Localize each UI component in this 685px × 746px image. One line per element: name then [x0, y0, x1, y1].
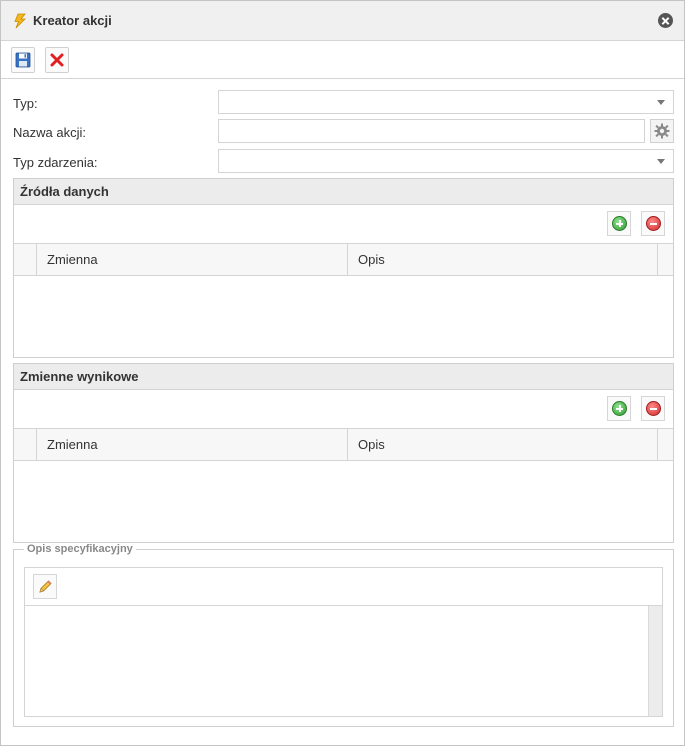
main-toolbar	[1, 41, 684, 79]
data-sources-header: Źródła danych	[14, 179, 673, 205]
remove-output-variable-button[interactable]	[641, 396, 665, 421]
specification-editor[interactable]	[24, 567, 663, 717]
row-selector-column[interactable]	[14, 429, 37, 460]
action-name-settings-button[interactable]	[650, 119, 674, 143]
minus-circle-icon	[646, 401, 661, 416]
edit-button[interactable]	[33, 574, 57, 599]
window-titlebar: Kreator akcji	[1, 1, 684, 41]
close-icon[interactable]	[658, 13, 673, 28]
specification-legend: Opis specyfikacyjny	[24, 543, 136, 556]
type-select[interactable]	[218, 90, 674, 114]
plus-circle-icon	[612, 401, 627, 416]
column-header-description[interactable]: Opis	[348, 244, 658, 275]
data-sources-title: Źródła danych	[20, 184, 109, 199]
data-sources-toolbar	[14, 205, 673, 244]
gear-icon	[654, 123, 670, 139]
column-header-description[interactable]: Opis	[348, 429, 658, 460]
window-title: Kreator akcji	[33, 13, 112, 28]
lightning-icon	[12, 13, 28, 29]
type-label: Typ:	[13, 96, 38, 111]
data-sources-grid-header: Zmienna Opis	[14, 244, 673, 276]
column-header-variable[interactable]: Zmienna	[37, 429, 348, 460]
output-variables-toolbar	[14, 390, 673, 429]
event-type-value[interactable]	[219, 150, 673, 172]
data-sources-panel: Źródła danych Zmienna Opis	[13, 178, 674, 358]
save-button[interactable]	[11, 47, 35, 73]
floppy-disk-icon	[15, 52, 31, 68]
red-x-icon	[50, 53, 64, 67]
action-name-input[interactable]	[219, 120, 644, 142]
cancel-button[interactable]	[45, 47, 69, 73]
event-type-label: Typ zdarzenia:	[13, 155, 98, 170]
output-variables-header: Zmienne wynikowe	[14, 364, 673, 390]
remove-data-source-button[interactable]	[641, 211, 665, 236]
action-name-field[interactable]	[218, 119, 645, 143]
add-output-variable-button[interactable]	[607, 396, 631, 421]
event-type-select[interactable]	[218, 149, 674, 173]
specification-fieldset: Opis specyfikacyjny	[13, 543, 674, 727]
row-selector-column[interactable]	[14, 244, 37, 275]
editor-toolbar	[25, 568, 662, 606]
action-name-label: Nazwa akcji:	[13, 125, 86, 140]
output-variables-grid-header: Zmienna Opis	[14, 429, 673, 461]
chevron-down-icon[interactable]	[657, 159, 665, 164]
output-variables-title: Zmienne wynikowe	[20, 369, 139, 384]
editor-scrollbar[interactable]	[648, 606, 662, 716]
pencil-icon	[39, 580, 52, 593]
plus-circle-icon	[612, 216, 627, 231]
action-creator-window: Kreator akcji Typ: Nazwa akcji: Typ zdar…	[0, 0, 685, 746]
column-header-variable[interactable]: Zmienna	[37, 244, 348, 275]
add-data-source-button[interactable]	[607, 211, 631, 236]
chevron-down-icon[interactable]	[657, 100, 665, 105]
output-variables-panel: Zmienne wynikowe Zmienna Opis	[13, 363, 674, 543]
minus-circle-icon	[646, 216, 661, 231]
type-value[interactable]	[219, 91, 673, 113]
